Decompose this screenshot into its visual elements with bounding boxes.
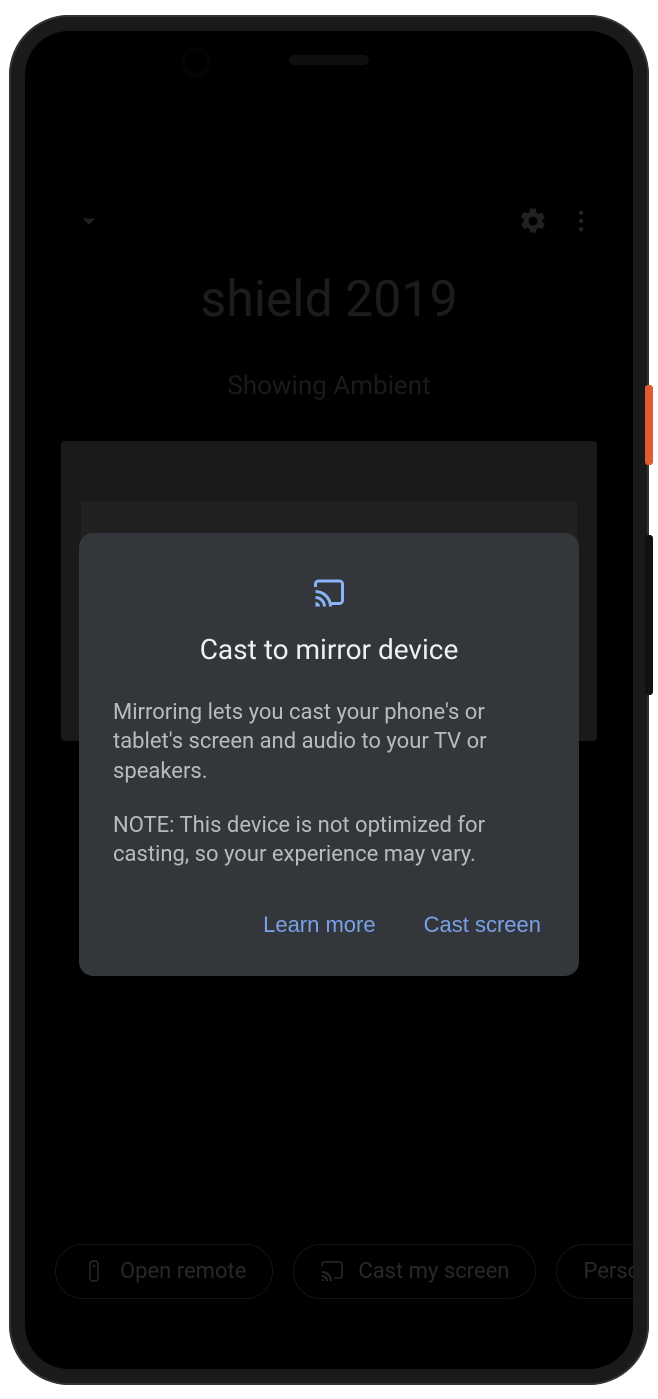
- more-button[interactable]: [557, 197, 605, 245]
- dialog-body-1: Mirroring lets you cast your phone's or …: [113, 698, 545, 787]
- dialog-actions: Learn more Cast screen: [113, 904, 545, 946]
- cast-dialog: Cast to mirror device Mirroring lets you…: [79, 533, 579, 976]
- power-button-accent: [645, 385, 653, 465]
- learn-more-button[interactable]: Learn more: [259, 904, 380, 946]
- personal-label: Personal: [583, 1259, 633, 1284]
- phone-frame: shield 2019 Showing Ambient Open remote …: [9, 15, 649, 1385]
- volume-button-accent: [645, 535, 653, 695]
- settings-button[interactable]: [509, 197, 557, 245]
- cast-my-screen-label: Cast my screen: [358, 1259, 509, 1284]
- open-remote-label: Open remote: [120, 1259, 246, 1284]
- device-subtitle: Showing Ambient: [25, 371, 633, 401]
- bottom-chip-row[interactable]: Open remote Cast my screen Personal: [55, 1244, 633, 1299]
- remote-icon: [82, 1259, 106, 1283]
- cast-icon: [311, 575, 347, 611]
- cast-screen-button[interactable]: Cast screen: [420, 904, 545, 946]
- phone-screen: shield 2019 Showing Ambient Open remote …: [25, 31, 633, 1369]
- dialog-title: Cast to mirror device: [113, 633, 545, 666]
- device-title: shield 2019: [25, 271, 633, 329]
- personal-chip[interactable]: Personal: [556, 1244, 633, 1299]
- collapse-button[interactable]: [65, 197, 113, 245]
- cast-icon: [320, 1259, 344, 1283]
- cast-my-screen-chip[interactable]: Cast my screen: [293, 1244, 536, 1299]
- dialog-cast-icon-wrap: [113, 575, 545, 611]
- chevron-down-icon: [74, 206, 104, 236]
- header-row: [25, 191, 633, 251]
- more-vert-icon: [567, 207, 595, 235]
- gear-icon: [518, 206, 548, 236]
- open-remote-chip[interactable]: Open remote: [55, 1244, 273, 1299]
- dialog-body-2: NOTE: This device is not optimized for c…: [113, 811, 545, 870]
